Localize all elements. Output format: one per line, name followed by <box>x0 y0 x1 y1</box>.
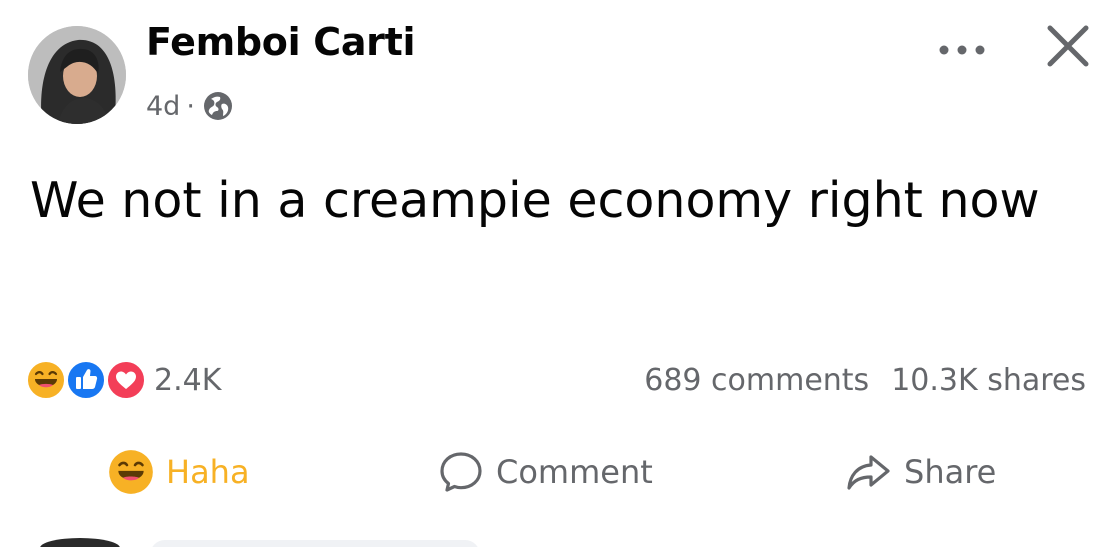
close-icon[interactable] <box>1044 22 1092 70</box>
reaction-count: 2.4K <box>154 362 222 398</box>
share-label: Share <box>904 453 997 491</box>
post-stats: 689 comments 10.3K shares <box>644 358 1086 402</box>
next-comment-avatar <box>40 538 120 547</box>
post-meta: 4d · <box>146 86 234 126</box>
globe-icon[interactable] <box>202 90 234 122</box>
meta-separator: · <box>186 90 195 122</box>
author-name[interactable]: Femboi Carti <box>146 20 416 64</box>
comments-count[interactable]: 689 comments <box>644 363 869 398</box>
haha-button[interactable]: Haha <box>108 446 250 498</box>
post-timestamp[interactable]: 4d <box>146 91 180 122</box>
haha-reaction-icon <box>109 450 153 494</box>
shares-count[interactable]: 10.3K shares <box>891 363 1086 398</box>
next-comment-bubble <box>150 540 480 547</box>
avatar-image <box>28 26 126 124</box>
haha-label: Haha <box>166 453 250 491</box>
facebook-post: Femboi Carti 4d · We not in a creampie e… <box>0 0 1116 547</box>
post-text: We not in a creampie economy right now <box>30 172 1040 229</box>
more-horizontal-icon[interactable] <box>934 40 990 60</box>
comment-label: Comment <box>496 453 653 491</box>
comment-button[interactable]: Comment <box>438 446 653 498</box>
reaction-icons <box>26 358 150 402</box>
haha-reaction-icon <box>26 360 66 400</box>
like-reaction-icon <box>66 360 106 400</box>
reactions-summary[interactable]: 2.4K <box>26 358 221 402</box>
avatar[interactable] <box>28 26 126 124</box>
share-button[interactable]: Share <box>844 446 996 498</box>
comment-icon <box>440 452 482 492</box>
love-reaction-icon <box>106 360 146 400</box>
share-icon <box>847 455 890 490</box>
